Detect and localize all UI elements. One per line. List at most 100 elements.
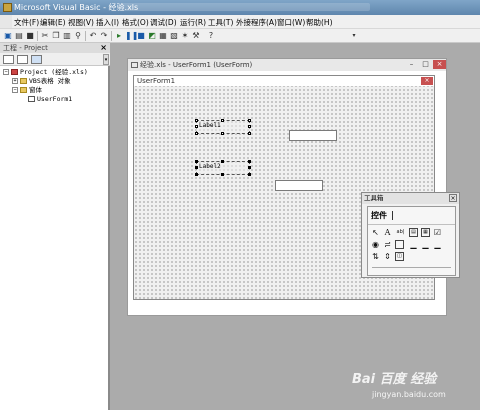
break-icon[interactable]: ❚❚	[125, 31, 138, 41]
tabstrip-tool-icon[interactable]: ▁	[421, 240, 430, 249]
collapse-icon[interactable]: −	[12, 87, 18, 93]
menu-window[interactable]: 窗口(W)	[277, 17, 305, 28]
optionbutton-tool-icon[interactable]: ◉	[371, 240, 380, 249]
textbox-tool-icon[interactable]: ab|	[395, 228, 406, 237]
pane-scroll-arrow[interactable]: ▾	[103, 54, 109, 65]
designer-window-icon	[131, 62, 138, 68]
resize-handle[interactable]	[248, 173, 251, 176]
tree-node-excel-objects[interactable]: + VBS表格 对象	[12, 77, 71, 86]
copy-icon[interactable]: ❐	[51, 31, 61, 41]
checkbox-tool-icon[interactable]: ☑	[433, 228, 442, 237]
toolbox-icon[interactable]: ⚒	[191, 31, 201, 41]
resize-handle[interactable]	[195, 125, 198, 128]
menu-addins[interactable]: 外接程序(A)	[236, 17, 277, 28]
listbox-tool-icon[interactable]: ▦	[421, 228, 430, 237]
select-objects-icon[interactable]: ↖	[371, 228, 380, 237]
run-icon[interactable]: ▸	[114, 31, 124, 41]
resize-handle[interactable]	[195, 173, 198, 176]
resize-handle[interactable]	[248, 125, 251, 128]
vba-project-icon	[11, 69, 18, 75]
view-code-icon[interactable]	[3, 55, 14, 64]
menu-debug[interactable]: 调试(D)	[150, 17, 177, 28]
resize-handle[interactable]	[221, 132, 224, 135]
resize-handle[interactable]	[221, 173, 224, 176]
resize-handle[interactable]	[221, 119, 224, 122]
resize-handle[interactable]	[248, 119, 251, 122]
project-pane-title: 工程 - Project	[3, 44, 48, 52]
textbox1-control[interactable]	[289, 130, 337, 141]
project-pane-close-button[interactable]: ×	[100, 43, 107, 53]
undo-icon[interactable]: ↶	[88, 31, 98, 41]
menu-format[interactable]: 格式(O)	[122, 17, 149, 28]
resize-handle[interactable]	[248, 132, 251, 135]
togglebutton-tool-icon[interactable]: ≓	[383, 240, 392, 249]
label2-control[interactable]: Label2	[195, 160, 251, 176]
toolbox-titlebar: 工具箱 ×	[362, 193, 459, 204]
properties-icon[interactable]: ▧	[169, 31, 179, 41]
label1-control[interactable]: Label1	[195, 119, 251, 135]
resize-handle[interactable]	[248, 166, 251, 169]
menu-insert[interactable]: 插入(I)	[96, 17, 119, 28]
resize-handle[interactable]	[221, 160, 224, 163]
help-icon[interactable]: ?	[206, 31, 216, 41]
maximize-icon[interactable]: □	[419, 60, 432, 69]
toolbar-separator	[37, 31, 38, 41]
mdi-workspace: 经验.xls - UserForm1 (UserForm) – □ × User…	[112, 43, 480, 410]
scrollbar-tool-icon[interactable]: ⇅	[371, 252, 380, 261]
project-explorer-icon[interactable]: ▦	[158, 31, 168, 41]
save-icon[interactable]: ■	[25, 31, 35, 41]
close-button[interactable]: ×	[433, 60, 446, 69]
menu-file[interactable]: 文件(F)	[14, 17, 39, 28]
resize-handle[interactable]	[248, 160, 251, 163]
paste-icon[interactable]: ▥	[62, 31, 72, 41]
window-titlebar: Microsoft Visual Basic - 经验.xls	[0, 0, 480, 15]
designer-window-titlebar: 经验.xls - UserForm1 (UserForm)	[128, 59, 446, 71]
view-object-icon[interactable]	[17, 55, 28, 64]
label-tool-icon[interactable]: A	[383, 228, 392, 237]
combobox-tool-icon[interactable]: ▤	[409, 228, 418, 237]
reset-icon[interactable]: ■	[136, 31, 146, 41]
collapse-icon[interactable]: −	[3, 69, 9, 75]
redo-icon[interactable]: ↷	[99, 31, 109, 41]
tree-node-forms[interactable]: − 窗体	[12, 86, 42, 95]
toolbar-chevron-icon[interactable]: ▾	[349, 31, 359, 41]
menu-bar: 文件(F) 编辑(E) 视图(V) 插入(I) 格式(O) 调试(D) 运行(R…	[0, 15, 480, 29]
toolbar-separator	[85, 31, 86, 41]
menu-tools[interactable]: 工具(T)	[208, 17, 233, 28]
design-mode-icon[interactable]: ◩	[147, 31, 157, 41]
menu-run[interactable]: 运行(R)	[180, 17, 206, 28]
toolbox-panel: 控件 ↖ A ab| ▤ ▦ ☑ ◉ ≓ ▁ ▁ ▁ ⇅ ⇕ ◫	[367, 206, 456, 276]
commandbutton-tool-icon[interactable]: ▁	[409, 240, 418, 249]
menu-help[interactable]: 帮助(H)	[306, 17, 333, 28]
toggle-folders-icon[interactable]	[31, 55, 42, 64]
toolbox-window: 工具箱 × 控件 ↖ A ab| ▤ ▦ ☑ ◉ ≓ ▁ ▁ ▁ ⇅ ⇕ ◫	[361, 192, 460, 278]
tree-node-project[interactable]: − Project (经验.xls)	[3, 68, 88, 77]
frame-tool-icon[interactable]	[395, 240, 404, 249]
insert-userform-icon[interactable]: ▤	[14, 31, 24, 41]
toolbox-close-button[interactable]: ×	[449, 194, 457, 202]
tree-node-userform1[interactable]: UserForm1	[28, 95, 72, 104]
toolbox-tab-controls[interactable]: 控件	[371, 210, 387, 221]
multipage-tool-icon[interactable]: ▁	[433, 240, 442, 249]
resize-handle[interactable]	[195, 119, 198, 122]
object-browser-icon[interactable]: ✶	[180, 31, 190, 41]
expand-icon[interactable]: +	[12, 78, 18, 84]
spinbutton-tool-icon[interactable]: ⇕	[383, 252, 392, 261]
menu-edit[interactable]: 编辑(E)	[40, 17, 66, 28]
userform-caption-bar: UserForm1 ×	[134, 76, 434, 86]
folder-icon	[20, 87, 27, 93]
cut-icon[interactable]: ✂	[40, 31, 50, 41]
view-excel-icon[interactable]: ▣	[3, 31, 13, 41]
image-tool-icon[interactable]: ◫	[395, 252, 404, 261]
project-pane-header: 工程 - Project ×	[0, 43, 110, 53]
project-explorer-pane: 工程 - Project × ▾ − Project (经验.xls) + VBS表…	[0, 43, 110, 410]
minimize-icon[interactable]: –	[405, 60, 418, 69]
textbox2-control[interactable]	[275, 180, 323, 191]
resize-handle[interactable]	[195, 166, 198, 169]
resize-handle[interactable]	[195, 132, 198, 135]
menu-view[interactable]: 视图(V)	[68, 17, 94, 28]
standard-toolbar: ▣ ▤ ■ ✂ ❐ ▥ ⚲ ↶ ↷ ▸ ❚❚ ■ ◩ ▦ ▧ ✶ ⚒ ? ▾	[0, 29, 480, 43]
resize-handle[interactable]	[195, 160, 198, 163]
find-icon[interactable]: ⚲	[73, 31, 83, 41]
toolbar-separator	[111, 31, 112, 41]
